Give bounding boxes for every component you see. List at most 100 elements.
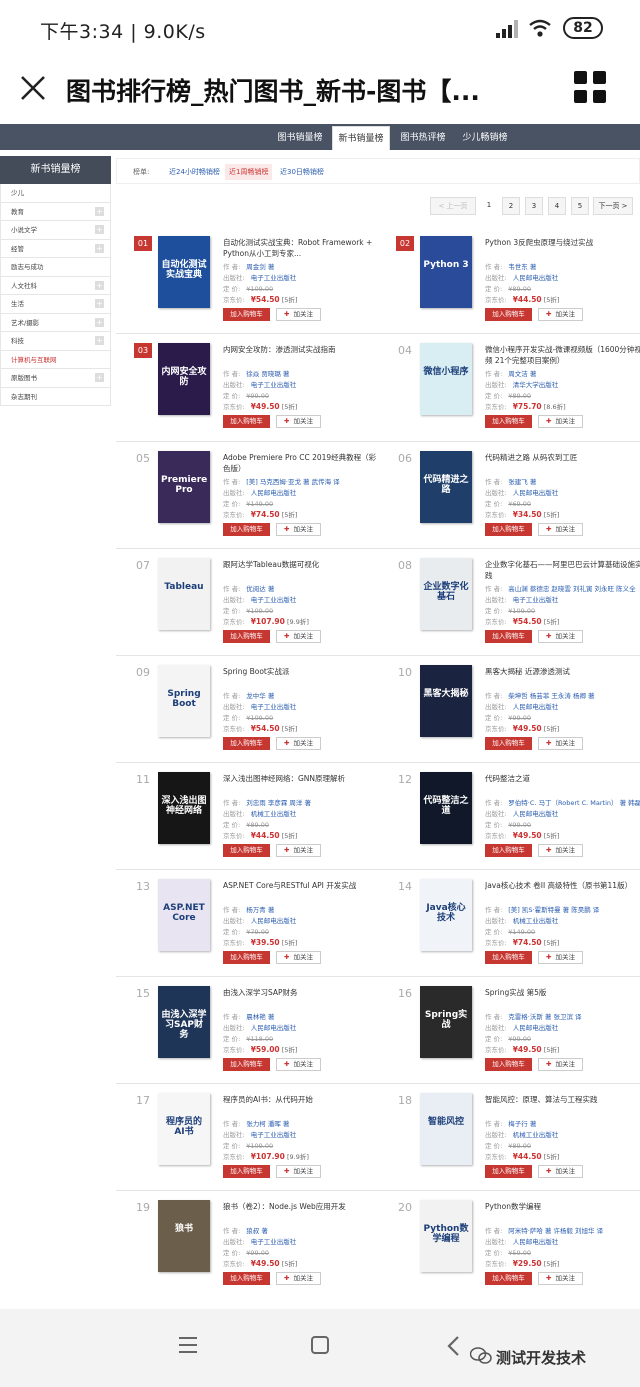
back-icon[interactable]	[446, 1335, 462, 1357]
book-author[interactable]: 高山渊 蔡德忠 赵晓雲 刘礼寅 刘永旺 陈义全	[508, 585, 635, 593]
book-author[interactable]: 晨林艳 著	[246, 1013, 274, 1021]
book-cover[interactable]: Tableau	[158, 558, 210, 630]
follow-button[interactable]: ✚ 加关注	[538, 415, 583, 428]
book-cover[interactable]: 企业数字化基石	[420, 558, 472, 630]
book-cover[interactable]: 代码整洁之道	[420, 772, 472, 844]
book-publisher[interactable]: 电子工业出版社	[251, 1238, 297, 1246]
page-1-button[interactable]: 1	[480, 197, 498, 215]
add-to-cart-button[interactable]: 加入购物车	[223, 630, 270, 643]
book-title[interactable]: Python数学编程	[485, 1201, 640, 1212]
book-publisher[interactable]: 人民邮电出版社	[513, 489, 559, 497]
page-2-button[interactable]: 2	[502, 197, 520, 215]
add-to-cart-button[interactable]: 加入购物车	[485, 737, 532, 750]
follow-button[interactable]: ✚ 加关注	[538, 523, 583, 536]
sidebar-item[interactable]: 艺术/摄影 +	[0, 313, 111, 332]
page-3-button[interactable]: 3	[525, 197, 543, 215]
book-author[interactable]: 刘忠雨 李彦霖 周洋 著	[246, 799, 311, 807]
book-title[interactable]: 程序员的AI书：从代码开始	[223, 1094, 383, 1105]
follow-button[interactable]: ✚ 加关注	[276, 844, 321, 857]
filter-30days[interactable]: 近30日畅销榜	[280, 159, 324, 185]
book-publisher[interactable]: 电子工业出版社	[251, 1131, 297, 1139]
book-title[interactable]: Spring实战 第5版	[485, 987, 640, 998]
sidebar-item[interactable]: 少儿	[0, 184, 111, 203]
sidebar-item[interactable]: 原版图书 +	[0, 369, 111, 388]
filter-24h[interactable]: 近24小时畅销榜	[169, 159, 220, 185]
book-cover[interactable]: 代码精进之路	[420, 451, 472, 523]
book-title[interactable]: Adobe Premiere Pro CC 2019经典教程（彩色版）	[223, 452, 383, 474]
book-title[interactable]: 智能风控：原理、算法与工程实践	[485, 1094, 640, 1105]
follow-button[interactable]: ✚ 加关注	[276, 630, 321, 643]
book-publisher[interactable]: 人民邮电出版社	[513, 274, 559, 282]
book-publisher[interactable]: 人民邮电出版社	[513, 1238, 559, 1246]
book-title[interactable]: 深入浅出图神经网络：GNN原理解析	[223, 773, 383, 784]
sidebar-item[interactable]: 科技 +	[0, 332, 111, 351]
book-cover[interactable]: Java核心技术	[420, 879, 472, 951]
follow-button[interactable]: ✚ 加关注	[538, 1165, 583, 1178]
add-to-cart-button[interactable]: 加入购物车	[485, 1272, 532, 1285]
book-author[interactable]: 罗伯特·C. 马丁（Robert C. Martin） 著 韩磊	[508, 799, 640, 807]
book-author[interactable]: 龙中华 著	[246, 692, 274, 700]
follow-button[interactable]: ✚ 加关注	[538, 630, 583, 643]
book-publisher[interactable]: 人民邮电出版社	[251, 1024, 297, 1032]
book-author[interactable]: 徐焱 贾晓璐 著	[246, 370, 289, 378]
add-to-cart-button[interactable]: 加入购物车	[485, 1058, 532, 1071]
add-to-cart-button[interactable]: 加入购物车	[223, 523, 270, 536]
add-to-cart-button[interactable]: 加入购物车	[485, 415, 532, 428]
book-title[interactable]: ASP.NET Core与RESTful API 开发实战	[223, 880, 383, 891]
book-author[interactable]: [美] 凯S·霍斯特曼 著 陈昊鹏 译	[508, 906, 599, 914]
expand-plus-icon[interactable]: +	[95, 225, 104, 234]
menu-icon[interactable]	[178, 1335, 198, 1355]
book-publisher[interactable]: 机械工业出版社	[251, 810, 297, 818]
book-author[interactable]: 杨万青 著	[246, 906, 274, 914]
add-to-cart-button[interactable]: 加入购物车	[485, 1165, 532, 1178]
book-cover[interactable]: Python数学编程	[420, 1200, 472, 1272]
follow-button[interactable]: ✚ 加关注	[538, 1272, 583, 1285]
book-publisher[interactable]: 电子工业出版社	[251, 703, 297, 711]
prev-page-button[interactable]: < 上一页	[430, 197, 476, 215]
book-cover[interactable]: 自动化测试实战宝典	[158, 236, 210, 308]
book-title[interactable]: 由浅入深学习SAP财务	[223, 987, 383, 998]
book-publisher[interactable]: 电子工业出版社	[251, 381, 297, 389]
book-author[interactable]: 韦世东 著	[508, 263, 536, 271]
book-cover[interactable]: 由浅入深学习SAP财务	[158, 986, 210, 1058]
expand-plus-icon[interactable]: +	[95, 336, 104, 345]
tab-new-book-sales[interactable]: 新书销量榜	[332, 126, 390, 150]
expand-plus-icon[interactable]: +	[95, 299, 104, 308]
book-title[interactable]: Python 3反爬虫原理与绕过实战	[485, 237, 640, 248]
follow-button[interactable]: ✚ 加关注	[276, 1272, 321, 1285]
book-title[interactable]: 企业数字化基石——阿里巴巴云计算基础设施实践	[485, 559, 640, 581]
follow-button[interactable]: ✚ 加关注	[538, 951, 583, 964]
book-author[interactable]: 克雷格·沃斯 著 张卫滨 译	[508, 1013, 581, 1021]
add-to-cart-button[interactable]: 加入购物车	[485, 951, 532, 964]
book-publisher[interactable]: 人民邮电出版社	[251, 917, 297, 925]
book-cover[interactable]: 内网安全攻防	[158, 343, 210, 415]
book-title[interactable]: 自动化测试实战宝典：Robot Framework + Python从小工到专家…	[223, 237, 383, 259]
follow-button[interactable]: ✚ 加关注	[276, 951, 321, 964]
add-to-cart-button[interactable]: 加入购物车	[485, 630, 532, 643]
book-title[interactable]: 跟阿达学Tableau数据可视化	[223, 559, 383, 570]
sidebar-item[interactable]: 计算机与互联网	[0, 350, 111, 369]
follow-button[interactable]: ✚ 加关注	[538, 308, 583, 321]
book-cover[interactable]: Python 3	[420, 236, 472, 308]
sidebar-item[interactable]: 经管 +	[0, 239, 111, 258]
follow-button[interactable]: ✚ 加关注	[276, 523, 321, 536]
sidebar-item[interactable]: 杂志期刊	[0, 387, 111, 406]
add-to-cart-button[interactable]: 加入购物车	[223, 844, 270, 857]
book-author[interactable]: 优阅达 著	[246, 585, 274, 593]
close-icon[interactable]	[18, 73, 48, 103]
book-author[interactable]: 周文洁 著	[508, 370, 536, 378]
expand-plus-icon[interactable]: +	[95, 373, 104, 382]
add-to-cart-button[interactable]: 加入购物车	[223, 308, 270, 321]
tab-children-sales[interactable]: 少儿畅销榜	[454, 126, 516, 150]
add-to-cart-button[interactable]: 加入购物车	[485, 523, 532, 536]
add-to-cart-button[interactable]: 加入购物车	[485, 308, 532, 321]
book-cover[interactable]: Spring实战	[420, 986, 472, 1058]
book-title[interactable]: 微信小程序开发实战-微课视频版（1600分钟视频 21个完整项目案例）	[485, 344, 640, 366]
book-author[interactable]: [美] 马克西姆·亚戈 著 武传海 译	[246, 478, 339, 486]
book-cover[interactable]: 智能风控	[420, 1093, 472, 1165]
book-publisher[interactable]: 电子工业出版社	[251, 274, 297, 282]
book-title[interactable]: Spring Boot实战派	[223, 666, 383, 677]
book-author[interactable]: 狼叔 著	[246, 1227, 268, 1235]
book-cover[interactable]: 深入浅出图神经网络	[158, 772, 210, 844]
book-cover[interactable]: 程序员的AI书	[158, 1093, 210, 1165]
